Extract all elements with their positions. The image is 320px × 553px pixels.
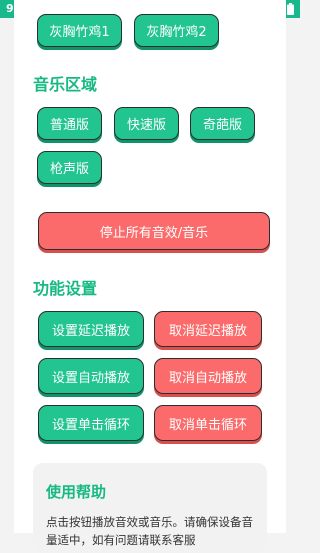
cancel-click-loop-label: 取消单击循环	[168, 417, 247, 433]
set-delay-label: 设置延迟播放	[51, 323, 130, 339]
sound-button-1-label: 灰胸竹鸡1	[49, 25, 110, 40]
set-autoplay-button[interactable]: 设置自动播放	[38, 358, 144, 394]
cancel-click-loop-button[interactable]: 取消单击循环	[154, 405, 262, 441]
battery-icon	[287, 3, 294, 15]
cancel-autoplay-label: 取消自动播放	[168, 370, 247, 386]
music-weird-button[interactable]: 奇葩版	[190, 107, 255, 140]
sound-button-1[interactable]: 灰胸竹鸡1	[37, 14, 122, 47]
set-delay-button[interactable]: 设置延迟播放	[38, 311, 144, 347]
music-normal-button[interactable]: 普通版	[37, 107, 102, 140]
help-text: 点击按钮播放音效或音乐。请确保设备音量适中，如有问题请联系客服	[46, 515, 253, 547]
music-gunshot-label: 枪声版	[49, 162, 89, 177]
cancel-autoplay-button[interactable]: 取消自动播放	[154, 358, 262, 394]
music-fast-label: 快速版	[126, 118, 166, 133]
set-click-loop-label: 设置单击循环	[51, 417, 130, 433]
stop-all-label: 停止所有音效/音乐	[99, 225, 209, 241]
set-click-loop-button[interactable]: 设置单击循环	[38, 405, 144, 441]
music-gunshot-button[interactable]: 枪声版	[37, 151, 102, 184]
sound-button-2-label: 灰胸竹鸡2	[146, 25, 207, 40]
help-title: 使用帮助	[46, 483, 107, 501]
music-section-title: 音乐区域	[33, 75, 98, 94]
stop-all-button[interactable]: 停止所有音效/音乐	[38, 212, 270, 250]
settings-section-title: 功能设置	[33, 279, 98, 298]
help-card: 使用帮助 点击按钮播放音效或音乐。请确保设备音量适中，如有问题请联系客服	[33, 463, 267, 553]
music-fast-button[interactable]: 快速版	[114, 107, 179, 140]
sound-button-2[interactable]: 灰胸竹鸡2	[134, 14, 219, 47]
set-autoplay-label: 设置自动播放	[51, 370, 130, 386]
cancel-delay-label: 取消延迟播放	[168, 323, 247, 339]
music-weird-label: 奇葩版	[202, 118, 242, 133]
cancel-delay-button[interactable]: 取消延迟播放	[154, 311, 262, 347]
music-normal-label: 普通版	[49, 118, 89, 133]
